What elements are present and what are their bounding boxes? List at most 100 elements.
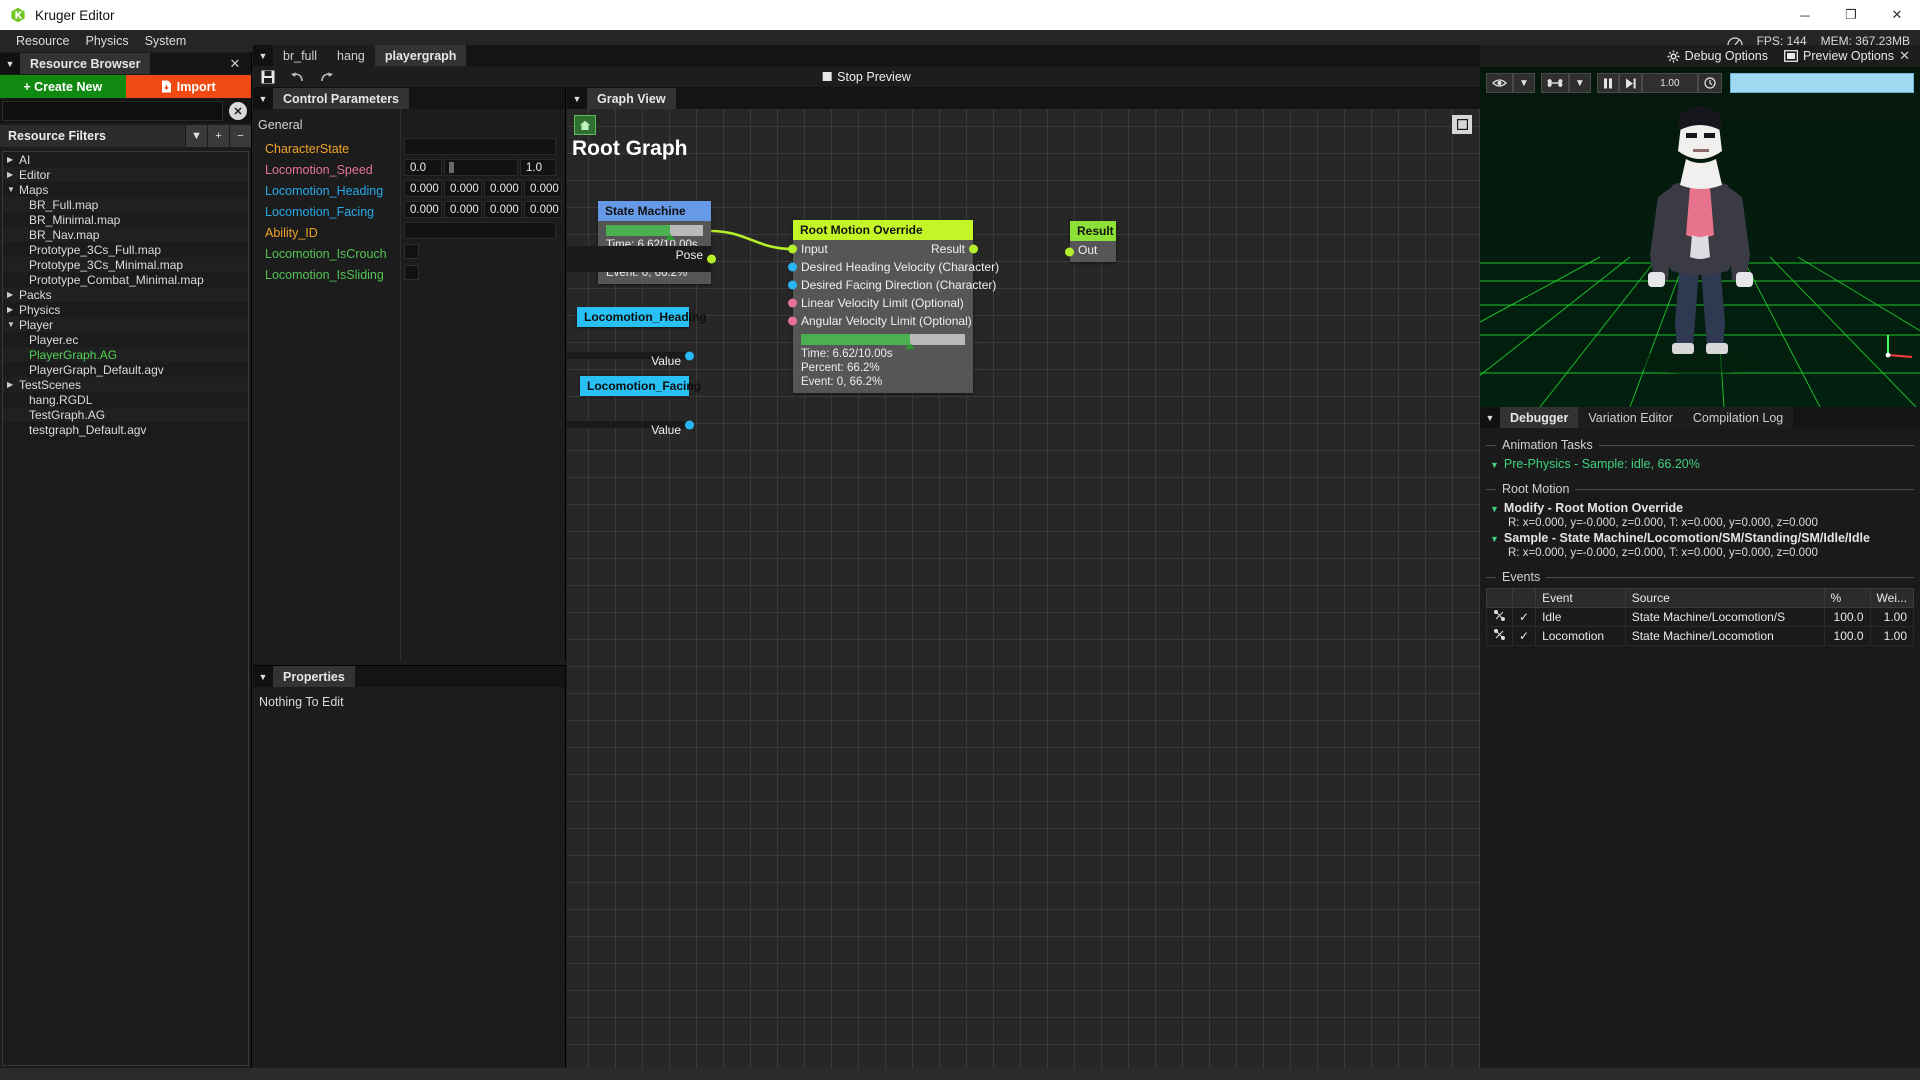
parameter-label[interactable]: Locomotion_Facing [253, 201, 400, 222]
bone-dropdown-icon[interactable]: ▼ [1568, 73, 1591, 93]
undo-icon[interactable] [289, 70, 305, 84]
tab-br-full[interactable]: br_full [273, 45, 328, 66]
pause-icon[interactable] [1596, 73, 1619, 93]
node-output-value[interactable]: Value [567, 351, 694, 368]
tree-item[interactable]: BR_Full.map [3, 197, 248, 212]
parameter-checkbox[interactable] [404, 244, 419, 259]
events-column-header[interactable]: Source [1624, 588, 1825, 608]
close-window-button[interactable]: ✕ [1874, 0, 1920, 30]
event-enabled-check[interactable]: ✓ [1511, 607, 1537, 627]
bone-icon[interactable] [1540, 73, 1569, 93]
node-output-value[interactable]: Value [567, 420, 694, 437]
expanded-caret-icon[interactable]: ▼ [1490, 460, 1499, 470]
value-output-pin-icon[interactable] [685, 420, 694, 429]
pose-output-pin-icon[interactable] [707, 254, 716, 264]
parameter-checkbox[interactable] [404, 265, 419, 280]
node-input-linear-velocity-limit[interactable]: Linear Velocity Limit (Optional) [788, 294, 973, 312]
close-preview-button[interactable]: ✕ [1899, 48, 1910, 64]
node-input-desired-facing-direction[interactable]: Desired Facing Direction (Character) [788, 276, 996, 294]
parameter-vector-component[interactable]: 0.000 [444, 180, 482, 197]
add-filter-button[interactable]: + [207, 125, 229, 147]
collapsed-caret-icon[interactable]: ▶ [7, 290, 19, 299]
remove-filter-button[interactable]: − [229, 125, 251, 147]
tree-item[interactable]: ▶ Packs [3, 287, 248, 302]
debugger-caret-icon[interactable]: ▼ [1480, 407, 1500, 428]
table-row[interactable]: ✓ Idle State Machine/Locomotion/S 100.0 1.00 [1486, 607, 1915, 627]
tab-debugger[interactable]: Debugger [1500, 407, 1579, 428]
redo-icon[interactable] [319, 70, 335, 84]
parameter-vector-component[interactable]: 0.000 [404, 201, 442, 218]
desired-facing-direction-pin-icon[interactable] [788, 280, 797, 290]
parameter-label[interactable]: Locomotion_IsCrouch [253, 243, 400, 264]
node-input-desired-heading-velocity[interactable]: Desired Heading Velocity (Character) [788, 258, 999, 276]
tab-graph-view[interactable]: Graph View [587, 88, 676, 109]
debug-line[interactable]: ▼ Pre-Physics - Sample: idle, 66.20% [1486, 456, 1914, 472]
collapsed-caret-icon[interactable]: ▶ [7, 305, 19, 314]
clear-search-icon[interactable]: ✕ [229, 102, 247, 120]
parameter-slider[interactable] [444, 159, 518, 176]
collapsed-caret-icon[interactable]: ▶ [7, 170, 19, 179]
node-input-out[interactable]: Out [1065, 241, 1116, 262]
timeline-scrubber[interactable] [1730, 73, 1914, 93]
node-input-angular-velocity-limit[interactable]: Angular Velocity Limit (Optional) [788, 312, 973, 330]
parameter-id-input[interactable] [404, 138, 556, 155]
3d-preview-viewport[interactable]: ▼ ▼ 1.00 [1480, 67, 1920, 407]
import-button[interactable]: Import [125, 75, 251, 98]
tree-item[interactable]: testgraph_Default.agv [3, 422, 248, 437]
minimize-button[interactable]: ─ [1782, 0, 1828, 30]
graph-canvas[interactable]: Root Graph State Machine Pose Time: 6.62… [567, 109, 1480, 1068]
tree-item[interactable]: BR_Nav.map [3, 227, 248, 242]
table-row[interactable]: ✓ Locomotion State Machine/Locomotion 100.0… [1486, 626, 1915, 646]
tree-item[interactable]: ▶ TestScenes [3, 377, 248, 392]
parameter-label[interactable]: Ability_ID [253, 222, 400, 243]
tree-item[interactable]: TestGraph.AG [3, 407, 248, 422]
value-output-pin-icon[interactable] [685, 351, 694, 360]
parameter-id-input[interactable] [404, 222, 556, 239]
preview-options-button[interactable]: Preview Options [1784, 49, 1894, 63]
tree-item[interactable]: Prototype_3Cs_Minimal.map [3, 257, 248, 272]
eye-dropdown-icon[interactable]: ▼ [1513, 73, 1535, 93]
tab-variation-editor[interactable]: Variation Editor [1578, 407, 1683, 428]
resource-search-input[interactable] [2, 101, 223, 121]
tab-compilation-log[interactable]: Compilation Log [1682, 407, 1794, 428]
node-output-pose[interactable]: Pose [567, 246, 716, 272]
tree-item[interactable]: PlayerGraph.AG [3, 347, 248, 362]
tree-item[interactable]: ▼ Maps [3, 182, 248, 197]
tree-item[interactable]: ▼ Player [3, 317, 248, 332]
node-result[interactable]: Result Out [1065, 221, 1116, 262]
maximize-button[interactable]: ❐ [1828, 0, 1874, 30]
tree-item[interactable]: Prototype_Combat_Minimal.map [3, 272, 248, 287]
parameter-vector-component[interactable]: 0.000 [404, 180, 442, 197]
events-column-header[interactable]: Wei... [1869, 588, 1915, 608]
result-output-pin-icon[interactable] [969, 244, 978, 254]
linear-velocity-limit-pin-icon[interactable] [788, 298, 797, 308]
menu-system[interactable]: System [137, 31, 195, 51]
tree-item[interactable]: PlayerGraph_Default.agv [3, 362, 248, 377]
expanded-caret-icon[interactable]: ▼ [1490, 534, 1499, 544]
create-new-button[interactable]: + Create New [0, 75, 126, 98]
playback-speed-value[interactable]: 1.00 [1641, 73, 1698, 93]
control-parameters-caret-icon[interactable]: ▼ [253, 88, 273, 109]
events-column-header[interactable]: % [1823, 588, 1871, 608]
tab-properties[interactable]: Properties [273, 666, 355, 687]
properties-caret-icon[interactable]: ▼ [253, 666, 273, 687]
node-root-motion-override[interactable]: Root Motion Override Input Result Desire… [788, 220, 999, 393]
parameter-label[interactable]: Locomotion_Heading [253, 180, 400, 201]
home-icon[interactable] [574, 115, 596, 135]
document-tabs-caret-icon[interactable]: ▼ [253, 45, 273, 66]
eye-icon[interactable] [1486, 73, 1513, 93]
parameter-label[interactable]: Locomotion_IsSliding [253, 264, 400, 285]
events-column-header[interactable] [1486, 588, 1513, 608]
expanded-caret-icon[interactable]: ▼ [7, 185, 19, 194]
node-locomotion-facing[interactable]: Locomotion_Facing Value [567, 376, 701, 437]
debug-line[interactable]: ▼ Sample - State Machine/Locomotion/SM/St… [1486, 530, 1914, 546]
close-resource-browser-button[interactable]: ✕ [225, 53, 245, 74]
tab-playergraph[interactable]: playergraph [374, 45, 467, 66]
out-input-pin-icon[interactable] [1065, 247, 1074, 256]
node-input-input[interactable]: Input Result [788, 240, 978, 258]
event-enabled-check[interactable]: ✓ [1511, 626, 1537, 646]
clock-icon[interactable] [1697, 73, 1722, 93]
tree-item[interactable]: ▶ Physics [3, 302, 248, 317]
parameter-label[interactable]: Locomotion_Speed [253, 159, 400, 180]
tree-item[interactable]: ▶ Editor [3, 167, 248, 182]
